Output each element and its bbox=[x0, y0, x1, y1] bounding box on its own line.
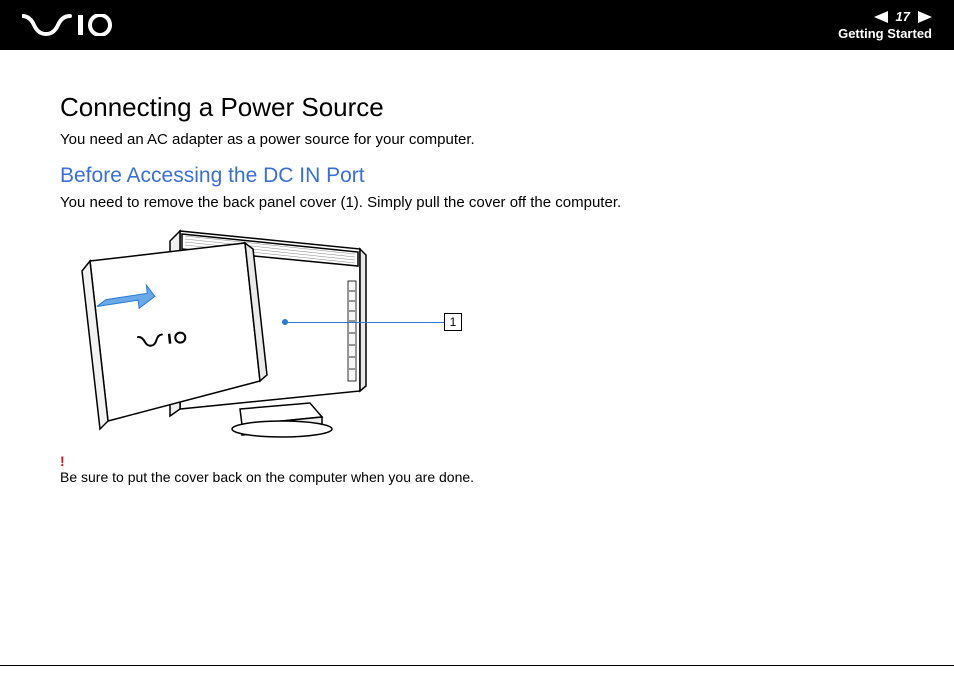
section-label: Getting Started bbox=[838, 26, 932, 41]
computer-illustration bbox=[60, 221, 380, 441]
prev-page-arrow-icon[interactable] bbox=[874, 11, 888, 23]
section-heading: Before Accessing the DC IN Port bbox=[60, 164, 894, 188]
warning-block: ! Be sure to put the cover back on the c… bbox=[60, 453, 894, 485]
warning-icon: ! bbox=[60, 453, 894, 469]
vaio-logo bbox=[22, 14, 122, 36]
illustration: 1 bbox=[60, 221, 460, 441]
intro-text: You need an AC adapter as a power source… bbox=[60, 131, 894, 148]
page-header: 17 Getting Started bbox=[0, 0, 954, 50]
next-page-arrow-icon[interactable] bbox=[918, 11, 932, 23]
footer-divider bbox=[0, 665, 954, 666]
warning-text: Be sure to put the cover back on the com… bbox=[60, 469, 894, 485]
callout-label: 1 bbox=[444, 313, 462, 331]
page-navigation: 17 Getting Started bbox=[838, 9, 932, 41]
section-description: You need to remove the back panel cover … bbox=[60, 194, 894, 211]
page-title: Connecting a Power Source bbox=[60, 92, 894, 123]
page-number: 17 bbox=[896, 9, 910, 24]
page-content: Connecting a Power Source You need an AC… bbox=[0, 50, 954, 505]
callout-line bbox=[285, 322, 444, 323]
